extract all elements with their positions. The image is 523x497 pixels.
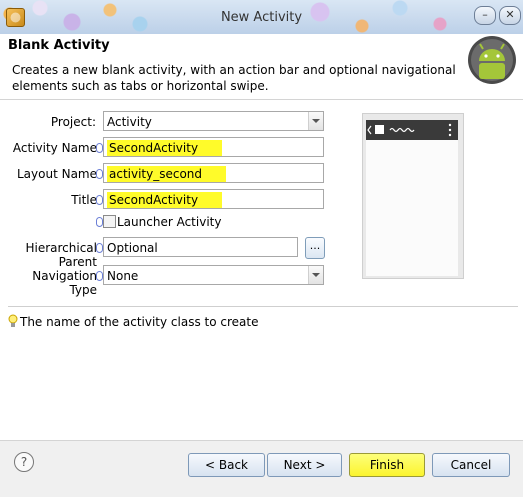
launcher-activity-label: Launcher Activity — [117, 215, 222, 229]
layout-name-label: Layout Name — [16, 167, 97, 181]
chevron-down-icon — [308, 112, 323, 130]
hierarchical-parent-value: Optional — [107, 241, 158, 255]
hierarchical-parent-label: Hierarchical Parent — [25, 241, 97, 269]
next-button[interactable]: Next > — [267, 453, 342, 477]
page-title: Blank Activity — [8, 38, 110, 53]
browse-button[interactable]: ... — [305, 237, 325, 259]
finish-button[interactable]: Finish — [349, 453, 425, 477]
title-value: SecondActivity — [107, 192, 223, 208]
activity-name-value: SecondActivity — [107, 140, 223, 156]
close-button[interactable]: ✕ — [499, 6, 521, 25]
activity-name-label: Activity Name — [12, 141, 97, 155]
launcher-activity-checkbox[interactable] — [103, 215, 116, 228]
page-description: Creates a new blank activity, with an ac… — [12, 63, 456, 93]
title-label: Title — [71, 193, 97, 207]
minimize-button[interactable]: – — [474, 6, 496, 25]
info-icon — [96, 243, 103, 253]
layout-name-value: activity_second — [107, 166, 227, 182]
info-icon — [96, 195, 103, 205]
lightbulb-icon — [8, 314, 18, 327]
preview-content — [366, 140, 458, 276]
divider — [8, 306, 518, 307]
project-select[interactable]: Activity — [103, 111, 324, 131]
help-button[interactable]: ? — [14, 452, 34, 472]
title-bar[interactable]: New Activity – ✕ — [0, 0, 523, 35]
navigation-type-label: Navigation Type — [32, 269, 97, 297]
project-value: Activity — [107, 115, 152, 129]
info-icon — [96, 169, 103, 179]
cancel-button[interactable]: Cancel — [432, 453, 510, 477]
navigation-type-value: None — [107, 269, 139, 283]
activity-name-field[interactable]: SecondActivity — [103, 137, 324, 157]
hierarchical-parent-field[interactable]: Optional — [103, 237, 298, 257]
android-logo-icon — [468, 36, 516, 84]
chevron-down-icon — [308, 266, 323, 284]
preview-action-bar — [366, 120, 458, 140]
layout-name-field[interactable]: activity_second — [103, 163, 324, 183]
preview-action-bar-icons — [367, 123, 452, 137]
project-label: Project: — [50, 115, 96, 129]
info-icon — [96, 143, 103, 153]
window-title: New Activity — [220, 10, 303, 25]
info-icon — [96, 217, 103, 227]
info-icon — [96, 271, 103, 281]
back-button[interactable]: < Back — [188, 453, 265, 477]
title-field[interactable]: SecondActivity — [103, 189, 324, 209]
status-hint: The name of the activity class to create — [20, 315, 259, 329]
new-activity-window: New Activity – ✕ Blank Activity Creates … — [0, 0, 523, 497]
navigation-type-select[interactable]: None — [103, 265, 324, 285]
